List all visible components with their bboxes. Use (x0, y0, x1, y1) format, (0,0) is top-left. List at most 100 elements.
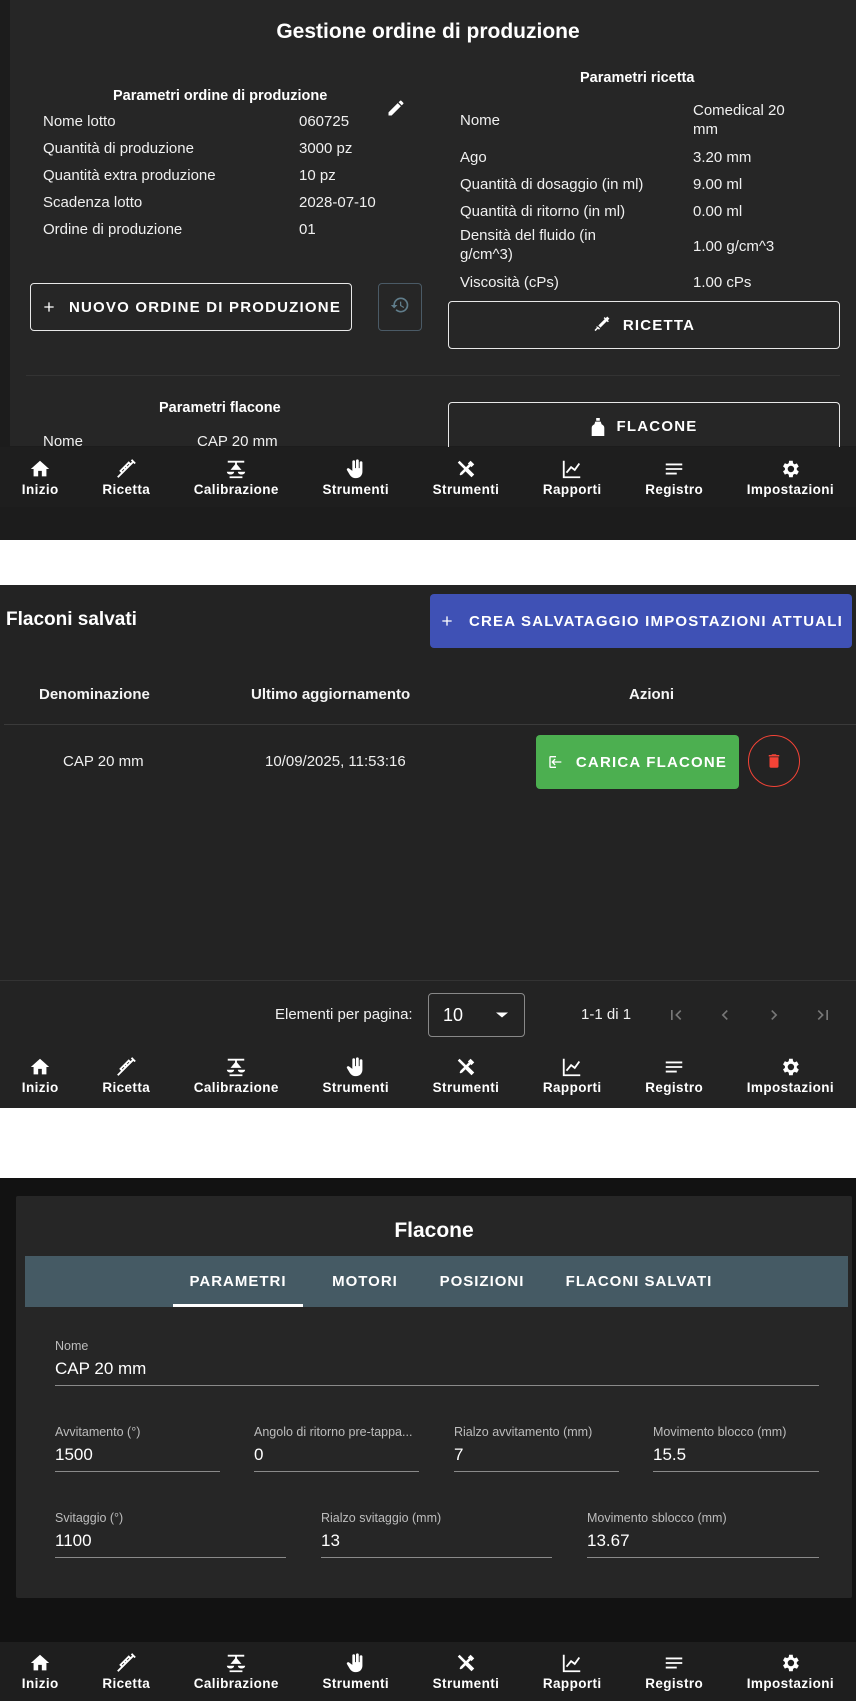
nav-calibrazione[interactable]: Calibrazione (194, 458, 279, 497)
field-value[interactable]: 1500 (55, 1445, 220, 1472)
hand-icon (346, 458, 363, 478)
unlock-movement-field[interactable]: Movimento sblocco (mm) 13.67 (587, 1511, 819, 1558)
column-header: Ultimo aggiornamento (251, 686, 411, 703)
history-button[interactable] (378, 283, 422, 331)
name-field[interactable]: Nome CAP 20 mm (55, 1339, 819, 1386)
nav-ricetta[interactable]: Ricetta (102, 458, 150, 497)
delete-button[interactable] (748, 735, 800, 787)
column-header: Denominazione (39, 686, 150, 703)
page-title: Gestione ordine di produzione (276, 20, 580, 43)
nav-label: Calibrazione (193, 1676, 279, 1691)
field-label: Avvitamento (°) (55, 1425, 141, 1439)
prev-page-icon[interactable] (713, 1003, 737, 1027)
nav-registro[interactable]: Registro (645, 1652, 703, 1691)
unscrewing-field[interactable]: Svitaggio (°) 1100 (55, 1511, 286, 1558)
items-per-page-select[interactable]: 10 (428, 993, 525, 1037)
nav-impostazioni[interactable]: Impostazioni (747, 1652, 834, 1691)
order-params-title: Parametri ordine di produzione (113, 88, 328, 104)
nav-strumenti-tools[interactable]: Strumenti (433, 1056, 500, 1095)
nav-rapporti[interactable]: Rapporti (543, 458, 602, 497)
tab-motori[interactable]: MOTORI (315, 1256, 415, 1307)
trash-icon (765, 751, 783, 771)
nav-label: Ricetta (102, 481, 151, 497)
nav-calibrazione[interactable]: Calibrazione (194, 1056, 279, 1095)
bottle-icon (591, 417, 605, 436)
bottle-title: Flacone (394, 1219, 474, 1242)
recipe-button[interactable]: RICETTA (448, 301, 840, 349)
list-icon (665, 1657, 683, 1669)
nav-label: Rapporti (542, 1676, 602, 1691)
bottle-panel: Flacone PARAMETRI MOTORI POSIZIONI FLACO… (0, 1178, 856, 1701)
bottom-nav: Inizio Ricetta Calibrazione Strumenti St… (0, 1642, 856, 1701)
field-value[interactable]: 13 (321, 1531, 552, 1558)
screwing-field[interactable]: Avvitamento (°) 1500 (55, 1425, 220, 1472)
gear-icon (783, 1654, 800, 1672)
bottom-nav: Inizio Ricetta Calibrazione Strumenti St… (0, 1044, 856, 1106)
return-angle-field[interactable]: Angolo di ritorno pre-tappa... 0 (254, 1425, 419, 1472)
nav-rapporti[interactable]: Rapporti (543, 1056, 602, 1095)
footer-divider (0, 980, 856, 981)
items-per-page-label: Elementi per pagina: (275, 1006, 413, 1023)
unscrew-lift-field[interactable]: Rialzo svitaggio (mm) 13 (321, 1511, 552, 1558)
saved-bottles-title: Flaconi salvati (6, 609, 137, 630)
next-page-icon[interactable] (762, 1003, 786, 1027)
field-value[interactable]: 7 (454, 1445, 619, 1472)
plus-icon (439, 613, 455, 629)
row-updated: 10/09/2025, 11:53:16 (265, 753, 406, 770)
load-bottle-button[interactable]: CARICA FLACONE (536, 735, 739, 789)
nav-ricetta[interactable]: Ricetta (102, 1056, 150, 1095)
field-value[interactable]: 13.67 (587, 1531, 819, 1558)
bottom-nav: Inizio Ricetta Calibrazione Strumenti St… (0, 447, 856, 507)
first-page-icon[interactable] (664, 1003, 688, 1027)
new-order-label: NUOVO ORDINE DI PRODUZIONE (68, 298, 342, 316)
edit-icon[interactable] (386, 98, 406, 123)
hand-icon (346, 1653, 363, 1673)
field-label: Angolo di ritorno pre-tappa... (254, 1425, 413, 1439)
nav-ricetta[interactable]: Ricetta (102, 1652, 150, 1691)
nav-registro[interactable]: Registro (645, 458, 703, 497)
new-order-button[interactable]: NUOVO ORDINE DI PRODUZIONE (30, 283, 352, 331)
nav-inizio[interactable]: Inizio (22, 1056, 59, 1095)
nav-impostazioni[interactable]: Impostazioni (747, 1056, 834, 1095)
order-label: Scadenza lotto (43, 194, 143, 211)
nav-inizio[interactable]: Inizio (22, 458, 59, 497)
nav-inizio[interactable]: Inizio (22, 1652, 59, 1691)
nav-strumenti-hand[interactable]: Strumenti (322, 1652, 389, 1691)
nav-label: Inizio (21, 481, 59, 497)
field-value[interactable]: 0 (254, 1445, 419, 1472)
syringe-icon (593, 316, 611, 334)
create-save-label: CREA SALVATAGGIO IMPOSTAZIONI ATTUALI (468, 612, 844, 630)
last-page-icon[interactable] (811, 1003, 835, 1027)
nav-calibrazione[interactable]: Calibrazione (194, 1652, 279, 1691)
order-label: Nome lotto (43, 113, 116, 130)
screw-lift-field[interactable]: Rialzo avvitamento (mm) 7 (454, 1425, 619, 1472)
create-save-button[interactable]: CREA SALVATAGGIO IMPOSTAZIONI ATTUALI (430, 594, 852, 648)
lock-movement-field[interactable]: Movimento blocco (mm) 15.5 (653, 1425, 819, 1472)
nav-label: Strumenti (432, 481, 500, 497)
field-value[interactable]: 1100 (55, 1531, 286, 1558)
nav-label: Impostazioni (746, 1079, 835, 1095)
field-value[interactable]: 15.5 (653, 1445, 819, 1472)
syringe-icon (117, 1653, 137, 1672)
tools-icon (457, 1058, 475, 1075)
home-icon (31, 1654, 50, 1671)
nav-strumenti-tools[interactable]: Strumenti (433, 458, 500, 497)
nav-strumenti-hand[interactable]: Strumenti (322, 1056, 389, 1095)
nav-rapporti[interactable]: Rapporti (543, 1652, 602, 1691)
field-label: Movimento sblocco (mm) (587, 1511, 727, 1525)
syringe-icon (117, 1056, 137, 1076)
tab-parametri[interactable]: PARAMETRI (173, 1256, 303, 1307)
plus-icon (41, 299, 57, 315)
gear-icon (783, 460, 800, 477)
tab-posizioni[interactable]: POSIZIONI (417, 1256, 547, 1307)
tab-flaconi-salvati[interactable]: FLACONI SALVATI (549, 1256, 729, 1307)
chart-icon (563, 460, 581, 478)
nav-label: Registro (645, 481, 704, 497)
bottle-params-title: Parametri flacone (159, 400, 281, 416)
nav-registro[interactable]: Registro (645, 1056, 703, 1095)
nav-strumenti-hand[interactable]: Strumenti (322, 458, 389, 497)
field-value[interactable]: CAP 20 mm (55, 1359, 819, 1386)
nav-strumenti-tools[interactable]: Strumenti (433, 1652, 500, 1691)
bottle-button[interactable]: FLACONE (448, 402, 840, 450)
nav-impostazioni[interactable]: Impostazioni (747, 458, 834, 497)
